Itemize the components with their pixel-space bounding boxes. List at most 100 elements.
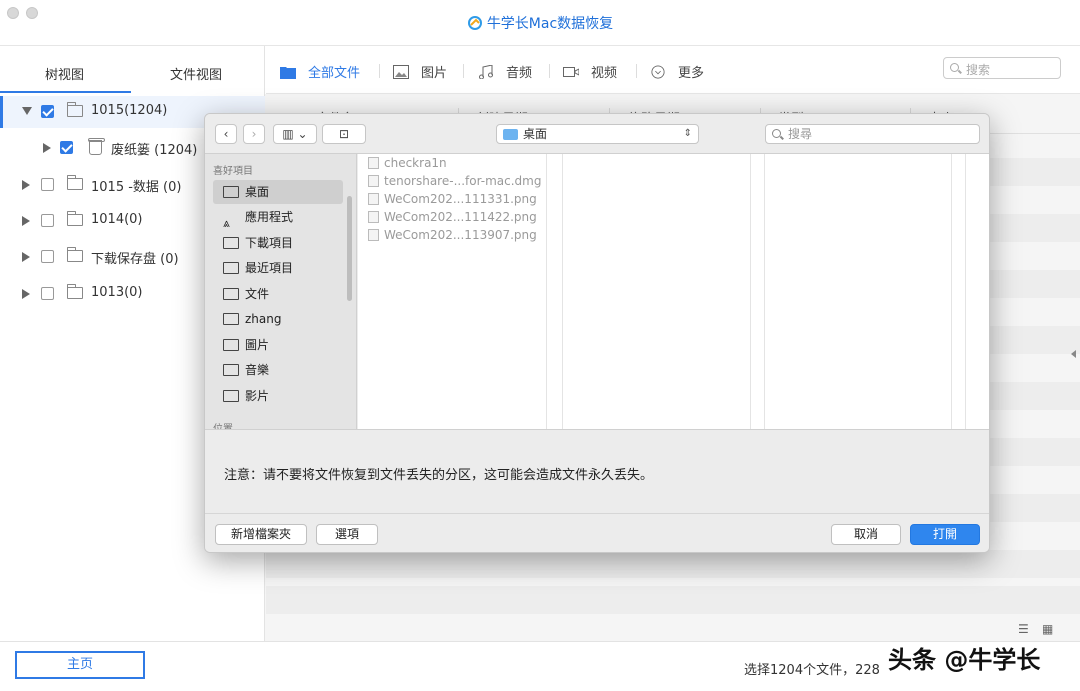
search-placeholder: 搜尋 bbox=[788, 127, 813, 141]
filter-label: 更多 bbox=[678, 66, 705, 81]
filter-all-files[interactable]: 全部文件 bbox=[280, 62, 360, 81]
home-button[interactable]: 主页 bbox=[15, 651, 145, 679]
recents-icon bbox=[223, 262, 239, 274]
tree-checkbox[interactable] bbox=[41, 250, 54, 263]
folder-icon bbox=[67, 102, 83, 117]
sidebar-item-applications[interactable]: ⩓ 應用程式 bbox=[213, 205, 343, 230]
folder-icon bbox=[223, 339, 239, 351]
filter-video[interactable]: 视频 bbox=[563, 62, 617, 81]
folder-icon bbox=[67, 284, 83, 299]
file-browser: checkra1n tenorshare-...for-mac.dmg WeCo… bbox=[358, 154, 989, 429]
filter-label: 全部文件 bbox=[308, 66, 361, 81]
column-separator bbox=[965, 154, 966, 429]
sidebar-scrollbar[interactable] bbox=[347, 196, 352, 301]
search-icon bbox=[950, 63, 959, 72]
chevron-right-icon[interactable] bbox=[22, 216, 30, 226]
chevron-right-icon[interactable] bbox=[43, 143, 51, 153]
sidebar-item-pictures[interactable]: 圖片 bbox=[213, 333, 343, 357]
search-icon bbox=[772, 129, 781, 138]
file-icon bbox=[368, 229, 379, 241]
sidebar-item-label: 音樂 bbox=[245, 363, 270, 377]
tree-checkbox[interactable] bbox=[60, 141, 73, 154]
app-title: 牛学长Mac数据恢复 bbox=[0, 13, 1080, 33]
sidebar-item-desktop[interactable]: 桌面 bbox=[213, 180, 343, 204]
applications-icon: ⩓ bbox=[223, 216, 230, 230]
filter-more[interactable]: 更多 bbox=[650, 62, 704, 81]
filter-toolbar: 全部文件 图片 音频 视频 更多 搜索 bbox=[266, 46, 1080, 94]
watermark: 头条 @牛学长 bbox=[888, 646, 1041, 674]
search-placeholder: 搜索 bbox=[966, 63, 991, 77]
tree-checkbox[interactable] bbox=[41, 287, 54, 300]
search-input[interactable]: 搜索 bbox=[943, 57, 1061, 79]
separator bbox=[463, 64, 464, 78]
tab-tree-view[interactable]: 树视图 bbox=[45, 64, 84, 83]
view-tabs: 树视图 文件视图 bbox=[0, 46, 264, 94]
chevron-circle-icon bbox=[651, 65, 665, 79]
file-icon bbox=[368, 175, 379, 187]
tree-checkbox[interactable] bbox=[41, 178, 54, 191]
sidebar-item-label: 圖片 bbox=[245, 338, 270, 352]
file-icon bbox=[368, 157, 379, 169]
folder-filled-icon bbox=[280, 67, 296, 79]
folder-icon bbox=[223, 313, 239, 325]
sidebar-item-downloads[interactable]: 下載項目 bbox=[213, 231, 343, 255]
location-select[interactable]: 桌面 ⇕ bbox=[496, 124, 699, 144]
options-button[interactable]: 選項 bbox=[316, 524, 378, 545]
title-bar: 牛学长Mac数据恢复 bbox=[0, 0, 1080, 46]
chevron-right-icon[interactable] bbox=[22, 289, 30, 299]
chevron-down-icon[interactable] bbox=[22, 107, 32, 115]
notice-text: 注意：请不要将文件恢复到文件丢失的分区，这可能会造成文件永久丢失。 bbox=[224, 468, 654, 483]
sidebar-item-movies[interactable]: 影片 bbox=[213, 384, 343, 408]
sidebar-item-documents[interactable]: 文件 bbox=[213, 282, 343, 306]
file-item[interactable]: WeCom202...111422.png bbox=[366, 208, 537, 226]
app-logo-icon bbox=[467, 16, 482, 30]
trash-icon bbox=[88, 138, 105, 155]
file-item[interactable]: WeCom202...113907.png bbox=[366, 226, 537, 244]
new-folder-icon-button[interactable]: ⊡ bbox=[322, 124, 366, 144]
tree-item-label: 1015 -数据 (0) bbox=[91, 180, 182, 195]
cancel-button[interactable]: 取消 bbox=[831, 524, 901, 545]
collapse-panel-icon[interactable] bbox=[1071, 350, 1076, 358]
tree-checkbox[interactable] bbox=[41, 214, 54, 227]
sidebar-item-zhang[interactable]: zhang bbox=[213, 307, 343, 331]
view-mode-button[interactable]: ▥ ⌄ bbox=[273, 124, 317, 144]
back-button[interactable]: ‹ bbox=[215, 124, 237, 144]
folder-icon bbox=[223, 288, 239, 300]
music-note-icon bbox=[479, 65, 493, 79]
chevron-right-icon[interactable] bbox=[22, 180, 30, 190]
chevron-right-icon[interactable] bbox=[22, 252, 30, 262]
app-title-text: 牛学长Mac数据恢复 bbox=[486, 16, 614, 32]
open-button[interactable]: 打開 bbox=[910, 524, 980, 545]
folder-icon bbox=[223, 237, 239, 249]
list-view-icon[interactable]: ☰ bbox=[1018, 622, 1029, 636]
sidebar-item-label: zhang bbox=[245, 312, 282, 326]
file-item[interactable]: checkra1n bbox=[366, 154, 447, 172]
location-label: 桌面 bbox=[523, 127, 548, 141]
folder-icon bbox=[67, 175, 83, 190]
new-folder-button[interactable]: 新增檔案夾 bbox=[215, 524, 307, 545]
forward-button[interactable]: › bbox=[243, 124, 265, 144]
file-name: tenorshare-...for-mac.dmg bbox=[384, 174, 542, 188]
folder-icon bbox=[67, 211, 83, 226]
filter-images[interactable]: 图片 bbox=[393, 62, 447, 81]
file-item[interactable]: WeCom202...111331.png bbox=[366, 190, 537, 208]
dialog-search-input[interactable]: 搜尋 bbox=[765, 124, 980, 144]
folder-icon bbox=[503, 129, 518, 140]
grid-view-icon[interactable]: ▦ bbox=[1042, 622, 1053, 636]
column-separator[interactable] bbox=[750, 154, 751, 429]
column-separator[interactable] bbox=[546, 154, 547, 429]
tab-file-view[interactable]: 文件视图 bbox=[170, 64, 222, 83]
sidebar-item-label: 影片 bbox=[245, 389, 270, 403]
file-name: WeCom202...111422.png bbox=[384, 210, 537, 224]
folder-icon bbox=[67, 247, 83, 262]
save-location-dialog: ‹ › ▥ ⌄ ⊡ 桌面 ⇕ 搜尋 喜好項目 桌面 ⩓ 應用程式 下載項目 最近項目… bbox=[204, 113, 990, 553]
sidebar-item-label: 下載項目 bbox=[245, 236, 294, 250]
locations-section-label: 位置 bbox=[213, 420, 233, 429]
tree-item-label: 下载保存盘 (0) bbox=[91, 252, 179, 267]
filter-audio[interactable]: 音频 bbox=[478, 62, 532, 81]
file-item[interactable]: tenorshare-...for-mac.dmg bbox=[366, 172, 541, 190]
sidebar-item-recents[interactable]: 最近項目 bbox=[213, 256, 343, 280]
sidebar-item-music[interactable]: 音樂 bbox=[213, 358, 343, 382]
column-separator[interactable] bbox=[951, 154, 952, 429]
tree-checkbox[interactable] bbox=[41, 105, 54, 118]
